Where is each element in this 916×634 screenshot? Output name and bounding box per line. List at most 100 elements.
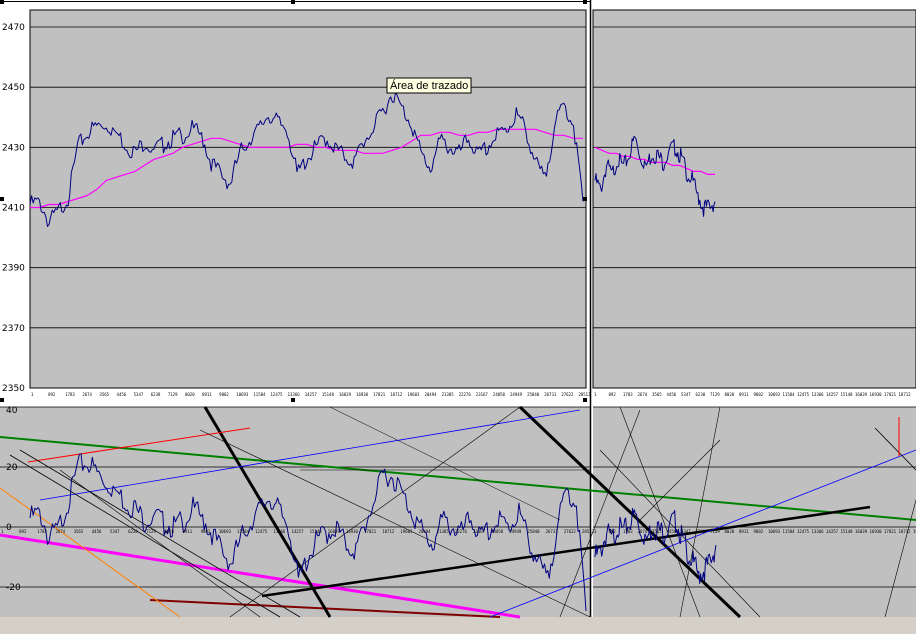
y-tick-label: 2450 [2, 83, 25, 93]
x-tick-label: 20494 [424, 392, 437, 397]
selection-handle[interactable] [291, 398, 295, 402]
x-tick-label: 3565 [652, 392, 662, 397]
x-tick-label: 6238 [696, 529, 706, 534]
top-left-plot-area[interactable] [29, 9, 587, 389]
x-tick-label: 1 [594, 392, 597, 397]
x-tick-label: 8020 [725, 529, 735, 534]
x-tick-label: 1783 [623, 529, 633, 534]
x-tick-label: 25840 [527, 392, 540, 397]
x-tick-label: 2674 [638, 529, 648, 534]
selection-handle[interactable] [291, 0, 295, 4]
x-tick-label: 1 [31, 392, 34, 397]
x-tick-label: 5347 [134, 392, 144, 397]
x-tick-label: 3565 [99, 392, 109, 397]
x-tick-label: 22276 [459, 392, 472, 397]
x-tick-label: 2674 [638, 392, 648, 397]
selection-handle[interactable] [0, 0, 4, 4]
x-tick-label: 14257 [305, 392, 318, 397]
y-tick-label: 2410 [2, 204, 25, 214]
x-tick-label: 21385 [437, 529, 450, 534]
x-tick-label: 28513 [578, 392, 591, 397]
x-tick-label: 892 [48, 392, 56, 397]
x-tick-label: 27622 [561, 392, 574, 397]
selection-handle[interactable] [0, 197, 4, 201]
x-tick-label: 16039 [855, 529, 868, 534]
x-tick-label: 1783 [623, 392, 633, 397]
x-tick-label: 892 [609, 392, 617, 397]
x-tick-label: 11584 [237, 529, 250, 534]
x-tick-label: 6238 [128, 529, 138, 534]
x-tick-label: 4456 [117, 392, 127, 397]
x-tick-label: 7129 [146, 529, 156, 534]
x-tick-label: 3565 [74, 529, 84, 534]
y-tick-label: 2370 [2, 324, 25, 334]
x-tick-label: 10693 [236, 392, 249, 397]
x-tick-label: 24058 [493, 392, 506, 397]
x-tick-label: 16039 [855, 392, 868, 397]
y-tick-label: 2390 [2, 264, 25, 274]
x-tick-label: 8911 [183, 529, 193, 534]
x-tick-label: 19603 [400, 529, 413, 534]
x-tick-label: 26731 [544, 392, 557, 397]
x-tick-label: 2674 [55, 529, 65, 534]
selection-handle[interactable] [583, 398, 587, 402]
x-tick-label: 1783 [37, 529, 47, 534]
x-tick-label: 892 [19, 529, 27, 534]
y-tick-label: 2430 [2, 143, 25, 153]
x-tick-label: 24949 [509, 529, 522, 534]
x-tick-label: 15148 [841, 392, 854, 397]
x-tick-label: 15148 [322, 392, 335, 397]
x-tick-label: 4456 [92, 529, 102, 534]
x-tick-label: 10693 [219, 529, 232, 534]
x-tick-label: 12475 [797, 529, 810, 534]
x-tick-label: 892 [609, 529, 617, 534]
x-tick-label: 26731 [546, 529, 559, 534]
selection-handle[interactable] [0, 398, 4, 402]
x-tick-label: 8911 [739, 529, 749, 534]
x-tick-label: 13366 [812, 529, 825, 534]
x-tick-label: 16930 [870, 529, 883, 534]
x-tick-label: 16930 [870, 392, 883, 397]
x-tick-label: 20494 [419, 529, 432, 534]
x-tick-label: 13366 [288, 392, 301, 397]
x-tick-label: 12475 [797, 392, 810, 397]
y-tick-label: 2350 [2, 384, 25, 394]
x-tick-label: 21385 [442, 392, 455, 397]
x-tick-label: 17821 [364, 529, 377, 534]
y-tick-label: 20 [6, 463, 18, 473]
x-tick-label: 14257 [826, 529, 839, 534]
selection-handle[interactable] [583, 197, 587, 201]
x-tick-label: 5347 [681, 392, 691, 397]
x-tick-label: 12475 [255, 529, 268, 534]
y-tick-label: -20 [6, 583, 21, 593]
x-tick-label: 10693 [768, 392, 781, 397]
x-tick-label: 15148 [310, 529, 323, 534]
x-tick-label: 14257 [291, 529, 304, 534]
x-tick-label: 13366 [812, 392, 825, 397]
x-tick-label: 1783 [65, 392, 75, 397]
bottom-right-plot-area[interactable] [593, 407, 916, 617]
x-tick-label: 9802 [754, 392, 764, 397]
x-tick-label: 18712 [382, 529, 395, 534]
x-tick-label: 6238 [151, 392, 161, 397]
top-right-plot-area[interactable] [592, 9, 916, 389]
x-tick-label: 16039 [328, 529, 341, 534]
x-tick-label: 24058 [491, 529, 504, 534]
x-tick-label: 6238 [696, 392, 706, 397]
x-tick-label: 18712 [899, 392, 912, 397]
x-tick-label: 22276 [455, 529, 468, 534]
x-tick-label: 8020 [185, 392, 195, 397]
x-tick-label: 23167 [473, 529, 486, 534]
x-tick-label: 17821 [884, 529, 897, 534]
selection-handle[interactable] [583, 0, 587, 4]
x-tick-label: 8911 [739, 392, 749, 397]
x-tick-label: 9802 [201, 529, 211, 534]
x-tick-label: 8911 [202, 392, 212, 397]
x-tick-label: 11584 [783, 392, 796, 397]
x-tick-label: 13366 [273, 529, 286, 534]
chart-canvas: 2470 2450 2430 2410 2390 2370 2350 40 20 0 -20 1 892… [0, 0, 916, 634]
bottom-left-plot-area[interactable] [0, 407, 590, 617]
x-tick-label: 16930 [346, 529, 359, 534]
x-tick-label: 27622 [564, 529, 577, 534]
x-tick-label: 24949 [510, 392, 523, 397]
